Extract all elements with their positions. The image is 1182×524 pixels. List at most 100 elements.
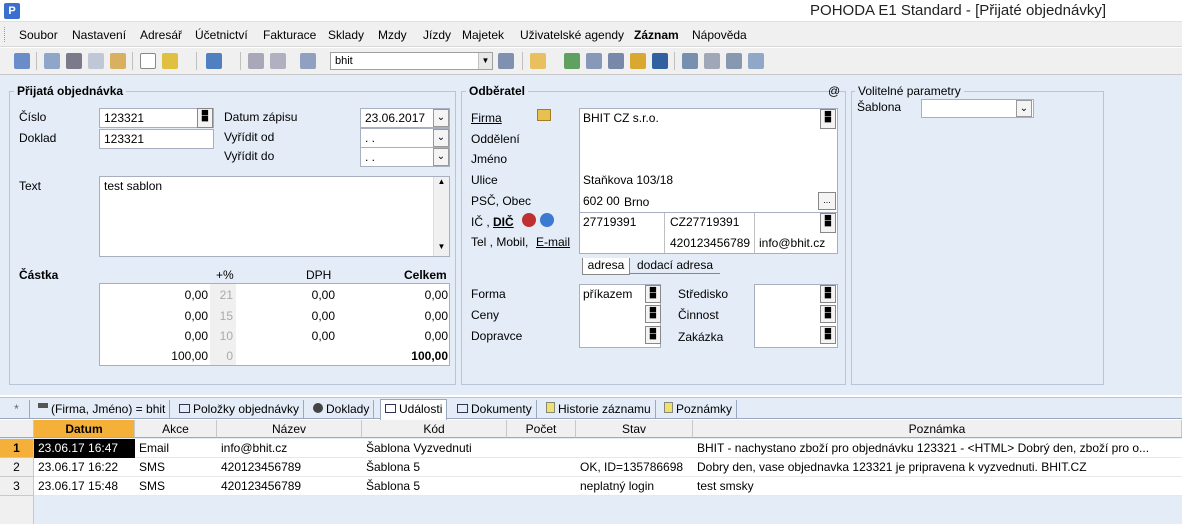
dic-label[interactable]: DIČ (493, 215, 514, 229)
cell-stav[interactable]: OK, ID=135786698 (576, 458, 693, 477)
menu-fakturace[interactable]: Fakturace (263, 28, 316, 42)
amount-base[interactable]: 0,00 (100, 288, 208, 302)
text-scrollbar[interactable]: ▲ ▼ (433, 177, 449, 256)
duplicate-icon[interactable] (300, 53, 316, 69)
amount-dph[interactable]: 0,00 (238, 329, 335, 343)
amount-dph[interactable]: 0,00 (238, 309, 335, 323)
firma-label[interactable]: Firma (471, 111, 502, 125)
col-stav[interactable]: Stav (576, 420, 693, 438)
menu-ucetnictvi[interactable]: Účetnictví (195, 28, 248, 42)
tab-udalosti[interactable]: Události (380, 399, 448, 420)
ulice-value[interactable]: Staňkova 103/18 (583, 173, 673, 187)
table-icon[interactable] (608, 53, 624, 69)
info-icon[interactable] (522, 213, 536, 227)
tab-filter[interactable]: (Firma, Jméno) = bhit (34, 400, 171, 419)
cell-datum[interactable]: 23.06.17 15:48 (34, 477, 135, 496)
amount-base[interactable]: 0,00 (100, 309, 208, 323)
row-number[interactable]: 1 (0, 439, 34, 458)
email-value[interactable]: info@bhit.cz (759, 236, 825, 250)
tab-historie[interactable]: Historie záznamu (542, 400, 656, 419)
chevron-down-icon[interactable]: ⌄ (433, 109, 449, 127)
back-to-list-icon[interactable] (14, 53, 30, 69)
cell-stav[interactable]: neplatný login (576, 477, 693, 496)
cell-nazev[interactable]: info@bhit.cz (217, 439, 362, 458)
monitor-icon[interactable] (682, 53, 698, 69)
print-icon[interactable] (66, 53, 82, 69)
tab-doklady[interactable]: Doklady (309, 400, 375, 419)
menu-adresar[interactable]: Adresář (140, 28, 182, 42)
cell-datum[interactable]: 23.06.17 16:22 (34, 458, 135, 477)
document-icon[interactable] (564, 53, 580, 69)
menu-sklady[interactable]: Sklady (328, 28, 364, 42)
col-akce[interactable]: Akce (135, 420, 217, 438)
zakazka-more-button[interactable]: ▀ ▀ (820, 326, 836, 344)
menu-zaznam[interactable]: Záznam (634, 28, 679, 42)
row-number[interactable]: 2 (0, 458, 34, 477)
save-icon[interactable] (248, 53, 264, 69)
amount-total[interactable]: 0,00 (340, 329, 448, 343)
print-preview-icon[interactable] (88, 53, 104, 69)
chevron-down-icon[interactable]: ▼ (478, 53, 492, 69)
forma-more-button[interactable]: ▀ ▀ (645, 285, 661, 303)
table-row[interactable]: 23.06.17 16:47 Email info@bhit.cz Šablon… (34, 439, 1182, 458)
email-label[interactable]: E-mail (536, 235, 570, 249)
cell-kod[interactable]: Šablona Vyzvednuti (362, 439, 507, 458)
ic-value[interactable]: 27719391 (583, 215, 636, 229)
col-kod[interactable]: Kód (362, 420, 507, 438)
calculator-icon[interactable] (586, 53, 602, 69)
new-record-icon[interactable] (140, 53, 156, 69)
tab-dodaci-adresa[interactable]: dodací adresa (630, 258, 720, 274)
amount-base[interactable]: 100,00 (100, 349, 208, 363)
firma-more-button[interactable]: ▀ ▀ (820, 109, 836, 129)
amount-dph[interactable]: 0,00 (238, 288, 335, 302)
address-book-icon[interactable] (537, 109, 551, 121)
cell-pocet[interactable] (507, 439, 576, 458)
cell-poznamka[interactable]: Dobry den, vase objednavka 123321 je pri… (693, 458, 1182, 477)
tab-all[interactable]: * (4, 400, 30, 419)
tab-poznamky[interactable]: Poznámky (660, 400, 738, 419)
tab-polozky[interactable]: Položky objednávky (175, 400, 305, 419)
cell-kod[interactable]: Šablona 5 (362, 477, 507, 496)
arrow-left-icon[interactable] (206, 53, 222, 69)
coins-icon[interactable] (630, 53, 646, 69)
copy-record-icon[interactable] (44, 53, 60, 69)
chevron-down-icon[interactable]: ⌄ (433, 129, 449, 147)
export-icon[interactable] (110, 53, 126, 69)
amount-total[interactable]: 0,00 (340, 288, 448, 302)
cislo-more-button[interactable]: ▀ ▀ (197, 108, 213, 128)
comment-icon[interactable] (726, 53, 742, 69)
cell-stav[interactable] (576, 439, 693, 458)
cell-nazev[interactable]: 420123456789 (217, 458, 362, 477)
dic-more-button[interactable]: ▀ ▀ (820, 213, 836, 233)
forma-value[interactable]: příkazem (583, 287, 632, 301)
email-at-icon[interactable]: @ (828, 84, 840, 98)
col-poznamka[interactable]: Poznámka (693, 420, 1182, 438)
dopravce-more-button[interactable]: ▀ ▀ (645, 326, 661, 344)
cell-pocet[interactable] (507, 477, 576, 496)
cell-pocet[interactable] (507, 458, 576, 477)
table-row[interactable]: 23.06.17 15:48 SMS 420123456789 Šablona … (34, 477, 1182, 496)
obec-more-button[interactable]: ... (818, 192, 836, 210)
help-icon[interactable] (748, 53, 764, 69)
list-icon[interactable] (704, 53, 720, 69)
filter-icon[interactable] (498, 53, 514, 69)
col-datum[interactable]: Datum (34, 420, 135, 438)
folder-icon[interactable] (530, 53, 546, 69)
cell-poznamka[interactable]: test smsky (693, 477, 1182, 496)
menu-majetek[interactable]: Majetek (462, 28, 504, 42)
amount-total[interactable]: 0,00 (340, 309, 448, 323)
mobil-value[interactable]: 420123456789 (670, 236, 750, 250)
psc-value[interactable]: 602 00 (583, 194, 620, 208)
cell-akce[interactable]: Email (135, 439, 217, 458)
menu-uzivatelske-agendy[interactable]: Uživatelské agendy (520, 28, 624, 42)
cell-datum[interactable]: 23.06.17 16:47 (34, 439, 135, 458)
menu-mzdy[interactable]: Mzdy (378, 28, 407, 42)
cell-akce[interactable]: SMS (135, 477, 217, 496)
chevron-down-icon[interactable]: ⌄ (1016, 100, 1032, 117)
cell-poznamka[interactable]: BHIT - nachystano zboží pro objednávku 1… (693, 439, 1182, 458)
cell-kod[interactable]: Šablona 5 (362, 458, 507, 477)
cell-akce[interactable]: SMS (135, 458, 217, 477)
text-field[interactable]: test sablon (99, 176, 450, 257)
col-nazev[interactable]: Název (217, 420, 362, 438)
internet-explorer-icon[interactable] (540, 213, 554, 227)
